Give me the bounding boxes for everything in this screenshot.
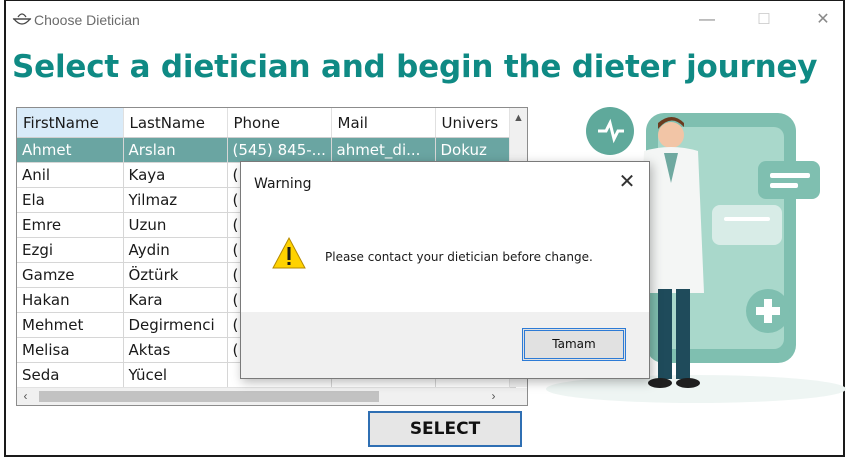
minimize-button[interactable]: —	[687, 7, 727, 33]
horizontal-scroll-thumb[interactable]	[39, 391, 379, 402]
cell-firstname[interactable]: Gamze	[17, 262, 124, 288]
cell-firstname[interactable]: Ela	[17, 187, 124, 213]
cell-lastname[interactable]: Arslan	[123, 137, 228, 163]
column-header-firstname[interactable]: FirstName	[17, 108, 124, 138]
cell-firstname[interactable]: Ezgi	[17, 237, 124, 263]
cell-firstname[interactable]: Emre	[17, 212, 124, 238]
dialog-footer: Tamam	[241, 312, 649, 378]
cell-phone[interactable]: (545) 845-...	[227, 137, 332, 163]
app-window: Choose Dietician — ☐ ✕ Select a dieticia…	[4, 0, 846, 457]
maximize-button[interactable]: ☐	[744, 7, 784, 33]
cell-lastname[interactable]: Öztürk	[123, 262, 228, 288]
scroll-left-icon[interactable]: ‹	[17, 388, 34, 405]
cell-firstname[interactable]: Ahmet	[17, 137, 124, 163]
cell-lastname[interactable]: Yücel	[123, 362, 228, 388]
cell-lastname[interactable]: Aktas	[123, 337, 228, 363]
heart-pulse-icon	[586, 107, 634, 155]
cell-firstname[interactable]: Seda	[17, 362, 124, 388]
ok-button[interactable]: Tamam	[522, 328, 626, 361]
app-bowl-icon	[12, 13, 32, 25]
horizontal-scrollbar[interactable]: ‹ ›	[17, 387, 510, 405]
cell-lastname[interactable]: Degirmenci	[123, 312, 228, 338]
scroll-up-icon[interactable]: ▲	[510, 110, 527, 127]
scroll-right-icon[interactable]: ›	[485, 388, 502, 405]
column-header-mail[interactable]: Mail	[331, 108, 436, 138]
cell-firstname[interactable]: Melisa	[17, 337, 124, 363]
dialog-message: Please contact your dietician before cha…	[325, 250, 593, 264]
cell-lastname[interactable]: Aydin	[123, 237, 228, 263]
cell-mail[interactable]: ahmet_di...	[331, 137, 436, 163]
cell-firstname[interactable]: Anil	[17, 162, 124, 188]
window-title: Choose Dietician	[34, 12, 140, 28]
table-row[interactable]: Ahmet Arslan (545) 845-... ahmet_di... D…	[17, 137, 516, 163]
cell-lastname[interactable]: Uzun	[123, 212, 228, 238]
warning-icon	[272, 236, 306, 269]
close-button[interactable]: ✕	[803, 7, 843, 33]
select-button[interactable]: SELECT	[368, 411, 522, 447]
dialog-title: Warning	[254, 176, 312, 192]
column-header-university[interactable]: Univers	[435, 108, 516, 138]
dialog-close-button[interactable]: ✕	[615, 170, 639, 194]
cell-lastname[interactable]: Kaya	[123, 162, 228, 188]
page-headline: Select a dietician and begin the dieter …	[12, 49, 818, 85]
cell-lastname[interactable]: Kara	[123, 287, 228, 313]
cell-firstname[interactable]: Hakan	[17, 287, 124, 313]
cell-firstname[interactable]: Mehmet	[17, 312, 124, 338]
column-header-phone[interactable]: Phone	[227, 108, 332, 138]
scroll-corner	[510, 388, 527, 405]
warning-dialog: Warning ✕ Please contact your dietician …	[240, 161, 650, 379]
cell-university[interactable]: Dokuz	[435, 137, 516, 163]
cell-lastname[interactable]: Yilmaz	[123, 187, 228, 213]
title-bar: Choose Dietician — ☐ ✕	[6, 1, 843, 39]
column-header-lastname[interactable]: LastName	[123, 108, 228, 138]
